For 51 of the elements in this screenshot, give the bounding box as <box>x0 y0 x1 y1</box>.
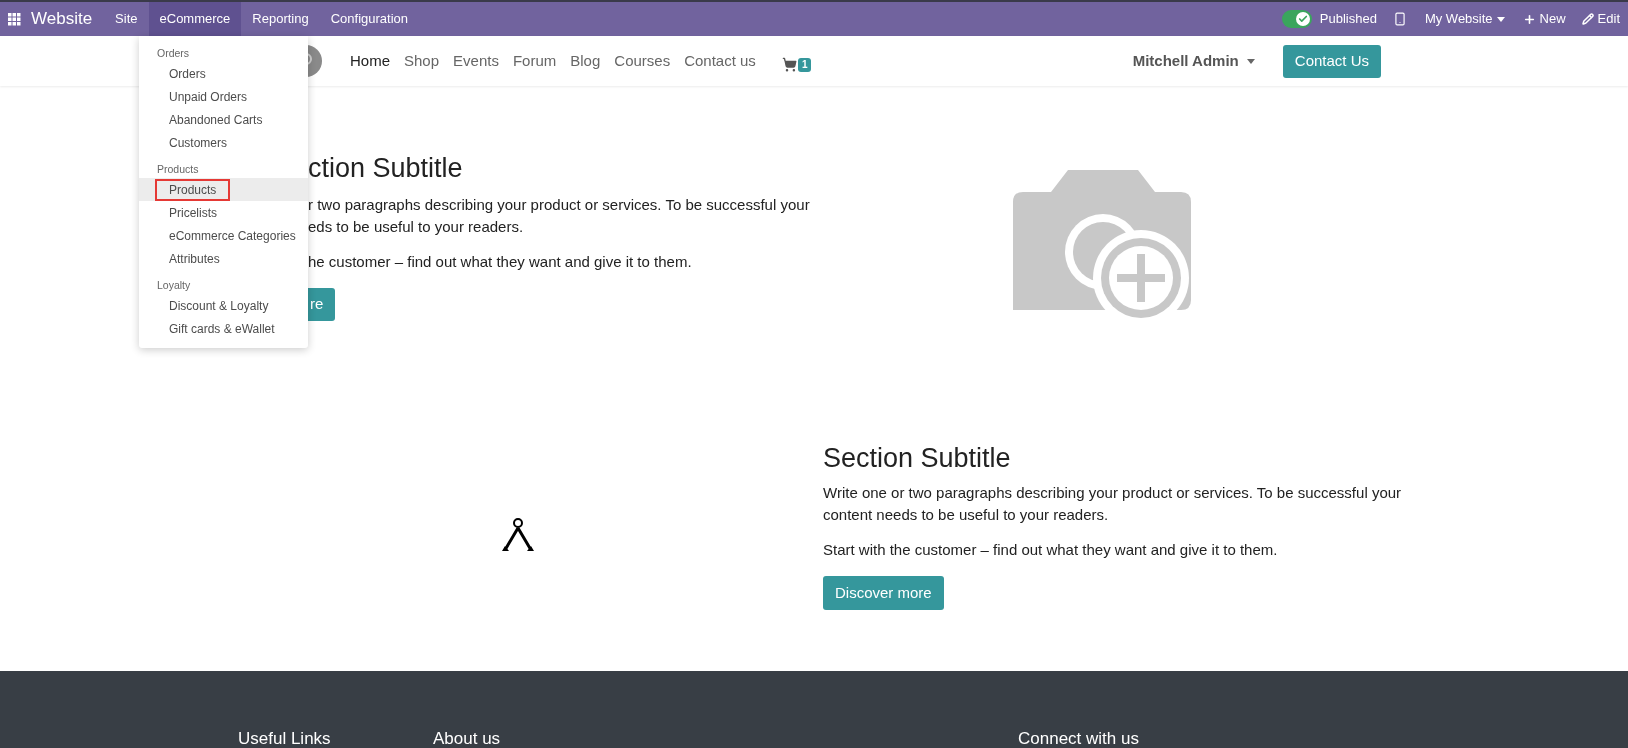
nav-link[interactable]: Events <box>453 49 499 73</box>
website-switcher[interactable]: My Website <box>1424 9 1505 29</box>
menu-item[interactable]: Discount & Loyalty <box>155 294 283 317</box>
paragraph: he customer – find out what they want and give it to them. <box>308 252 693 272</box>
menu-tab[interactable]: Site <box>104 2 149 36</box>
menu-item[interactable]: Pricelists <box>155 201 231 224</box>
footer-heading: Connect with us <box>1018 728 1139 748</box>
footer-heading: Useful Links <box>238 728 332 748</box>
published-toggle[interactable] <box>1281 10 1312 28</box>
menu-tab[interactable]: Reporting <box>241 2 320 36</box>
check-icon <box>1297 14 1308 24</box>
paragraph: Start with the customer – find out what they want and give it to them. <box>823 540 1279 560</box>
mobile-preview-icon[interactable] <box>1392 12 1407 26</box>
discover-more-button[interactable]: re <box>308 288 336 321</box>
menu-tab[interactable]: Configuration <box>319 2 419 36</box>
nav-link[interactable]: Shop <box>404 49 440 73</box>
menu-item[interactable]: Products <box>155 178 231 201</box>
discover-more-button[interactable]: Discover more <box>823 576 944 610</box>
section-title: Section Subtitle <box>823 442 1012 474</box>
person-icon <box>499 518 536 554</box>
pencil-icon <box>1581 13 1594 25</box>
edit-button[interactable]: Edit <box>1581 9 1620 29</box>
paragraph-line: eds to be useful to your readers. <box>308 217 525 237</box>
menu-item[interactable]: Attributes <box>155 247 234 270</box>
menu-item[interactable]: Abandoned Carts <box>155 108 277 131</box>
cart-icon[interactable] <box>781 56 797 72</box>
menu-tab[interactable]: eCommerce <box>148 2 242 36</box>
menu-group-title: Loyalty <box>156 278 192 293</box>
nav-link[interactable]: Forum <box>512 49 557 73</box>
nav-link[interactable]: Contact us <box>684 49 756 73</box>
section-title: ction Subtitle <box>308 152 464 184</box>
menu-item[interactable]: Unpaid Orders <box>155 85 262 108</box>
user-menu[interactable]: Mitchell Admin <box>1132 49 1255 73</box>
menu-group-title: Orders <box>156 46 191 61</box>
menu-item[interactable]: Customers <box>155 131 241 154</box>
nav-link[interactable]: Blog <box>570 49 601 73</box>
new-button[interactable]: New <box>1522 9 1566 29</box>
app-name[interactable]: Website <box>31 6 93 32</box>
nav-link[interactable]: Courses <box>614 49 671 73</box>
contact-us-button[interactable]: Contact Us <box>1282 44 1381 78</box>
paragraph-line: r two paragraphs describing your product or services. To be successful your <box>308 195 811 215</box>
nav-link[interactable]: Home <box>350 49 390 73</box>
menu-item[interactable]: Orders <box>155 62 220 85</box>
paragraph: Write one or two paragraphs describing your product or services. To be successful your content needs to be useful to your readers. <box>823 483 1403 525</box>
plus-icon <box>1522 12 1536 26</box>
menu-item[interactable]: Gift cards & eWallet <box>155 317 289 340</box>
footer-heading: About us <box>433 728 502 748</box>
menu-group-title: Products <box>156 162 200 177</box>
apps-grid-icon[interactable] <box>8 12 21 26</box>
published-label: Published <box>1319 10 1377 29</box>
cart-count-badge: 1 <box>797 57 812 72</box>
